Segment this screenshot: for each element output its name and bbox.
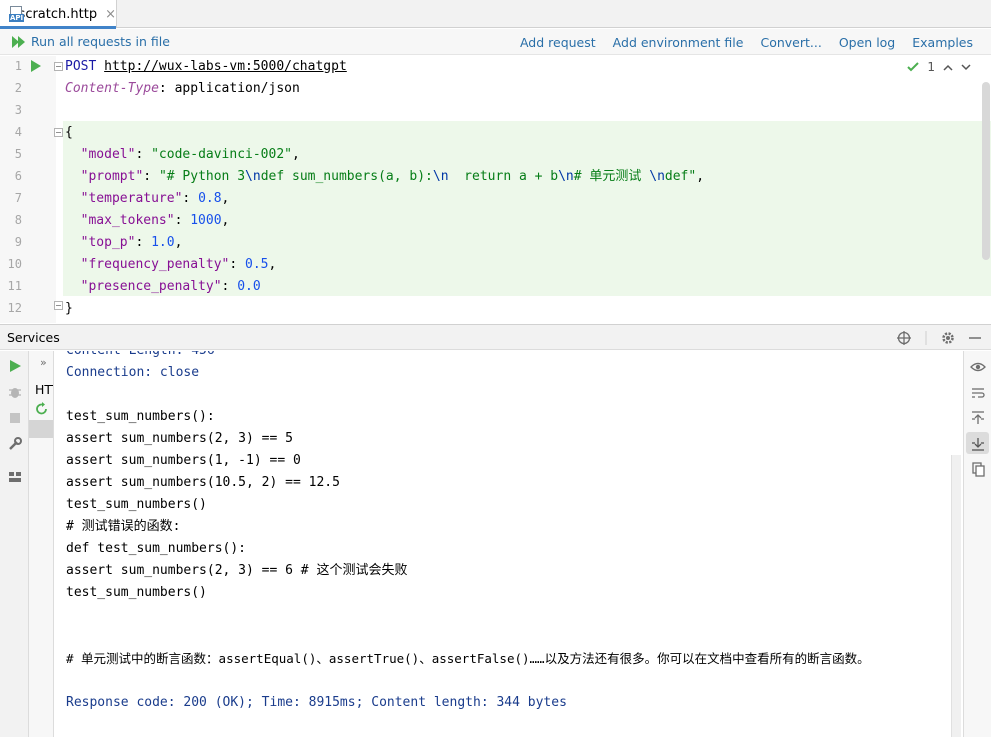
- line-number: 5: [14, 147, 22, 161]
- minimize-icon[interactable]: [969, 331, 981, 345]
- chevron-down-icon[interactable]: [961, 63, 971, 71]
- run-all-requests-button[interactable]: Run all requests in file: [12, 34, 170, 49]
- close-icon[interactable]: ×: [105, 7, 116, 22]
- add-request-link[interactable]: Add request: [520, 35, 596, 50]
- output-line: def test_sum_numbers():: [66, 541, 247, 556]
- separator-icon: [925, 331, 927, 345]
- response-summary: Response code: 200 (OK); Time: 8915ms; C…: [66, 695, 567, 710]
- scroll-to-end-icon[interactable]: [970, 436, 986, 452]
- services-title: Services: [7, 329, 60, 345]
- code-line: }: [65, 301, 73, 316]
- run-icon[interactable]: [8, 359, 22, 373]
- output-line: assert sum_numbers(1, -1) == 0: [66, 453, 301, 468]
- line-number: 1: [14, 59, 22, 73]
- tab-label: scratch.http: [18, 6, 98, 22]
- output-line: test_sum_numbers(): [66, 585, 207, 600]
- code-line: "prompt": "# Python 3\ndef sum_numbers(a…: [80, 169, 705, 184]
- services-left-toolbar: [0, 351, 29, 737]
- editor-scrollbar[interactable]: [982, 82, 990, 260]
- request-line: POST http://wux-labs-vm:5000/chatgpt: [65, 59, 347, 74]
- check-icon: [907, 62, 920, 72]
- code-line: "presence_penalty": 0.0: [80, 279, 261, 294]
- code-line: "frequency_penalty": 0.5,: [80, 257, 277, 272]
- inspection-count: 1: [927, 60, 935, 74]
- editor-tab-bar: API scratch.http ×: [0, 0, 991, 29]
- code-line: "top_p": 1.0,: [80, 235, 183, 250]
- http-file-icon: API: [9, 6, 25, 22]
- stop-icon[interactable]: [8, 411, 22, 425]
- line-number: 12: [7, 301, 22, 315]
- output-line: # 测试错误的函数:: [66, 519, 181, 534]
- tree-item-http[interactable]: HTT: [35, 382, 53, 397]
- soft-wrap-icon[interactable]: [970, 385, 986, 401]
- output-line: test_sum_numbers(): [66, 497, 207, 512]
- line-number: 6: [14, 169, 22, 183]
- header-line: Content-Type: application/json: [65, 81, 300, 96]
- rerun-icon[interactable]: [35, 402, 49, 416]
- fold-icon[interactable]: [54, 128, 63, 137]
- output-line: test_sum_numbers():: [66, 409, 215, 424]
- http-client-toolbar: Run all requests in file Add request Add…: [0, 29, 991, 55]
- output-line: # 单元测试中的断言函数：assertEqual()、assertTrue()、…: [66, 651, 870, 666]
- output-line: assert sum_numbers(10.5, 2) == 12.5: [66, 475, 340, 490]
- code-line: {: [65, 125, 73, 140]
- add-environment-file-link[interactable]: Add environment file: [613, 35, 744, 50]
- editor-gutter: 1 2 3 4 5 6 7 8 9 10 11 12: [0, 56, 56, 323]
- line-number: 9: [14, 235, 22, 249]
- line-number: 11: [7, 279, 22, 293]
- response-output[interactable]: Content-Length: 456 Connection: close te…: [55, 351, 963, 737]
- expand-chevron-icon[interactable]: »: [40, 356, 47, 369]
- layout-icon[interactable]: [8, 470, 22, 484]
- wrench-icon[interactable]: [8, 437, 22, 451]
- debug-icon[interactable]: [8, 385, 22, 399]
- line-number: 3: [14, 103, 22, 117]
- tab-scratch-http[interactable]: API scratch.http ×: [0, 0, 117, 29]
- line-number: 10: [7, 257, 22, 271]
- scroll-to-top-icon[interactable]: [970, 410, 986, 426]
- copy-icon[interactable]: [970, 461, 986, 477]
- output-line: assert sum_numbers(2, 3) == 5: [66, 431, 293, 446]
- services-panel-header: Services: [0, 324, 991, 350]
- output-scrollbar[interactable]: [951, 455, 961, 737]
- run-request-icon[interactable]: [31, 60, 41, 72]
- eye-icon[interactable]: [970, 359, 986, 375]
- fold-icon[interactable]: [54, 301, 63, 310]
- selected-row[interactable]: [29, 420, 53, 438]
- output-line: assert sum_numbers(2, 3) == 6 # 这个测试会失败: [66, 563, 408, 578]
- request-url[interactable]: http://wux-labs-vm:5000/chatgpt: [104, 59, 347, 74]
- code-line: "max_tokens": 1000,: [80, 213, 230, 228]
- output-line: Connection: close: [66, 365, 200, 380]
- convert-link[interactable]: Convert...: [760, 35, 821, 50]
- examples-link[interactable]: Examples: [912, 35, 973, 50]
- line-number: 7: [14, 191, 22, 205]
- output-line: Content-Length: 456: [66, 351, 215, 362]
- line-number: 4: [14, 125, 22, 139]
- fold-icon[interactable]: [54, 62, 63, 71]
- run-all-icon: [12, 35, 25, 48]
- line-number: 8: [14, 213, 22, 227]
- code-line: "model": "code-davinci-002",: [80, 147, 300, 162]
- run-all-label: Run all requests in file: [31, 34, 170, 49]
- inspection-widget[interactable]: 1: [907, 60, 971, 74]
- services-tree[interactable]: » HTT: [29, 351, 54, 737]
- chevron-up-icon[interactable]: [943, 64, 953, 71]
- code-editor[interactable]: 1 2 3 4 5 6 7 8 9 10 11 12 POST http://w…: [0, 56, 991, 323]
- gear-icon[interactable]: [941, 331, 955, 345]
- open-log-link[interactable]: Open log: [839, 35, 895, 50]
- output-right-toolbar: [963, 351, 991, 737]
- crosshair-icon[interactable]: [897, 331, 911, 345]
- code-line: "temperature": 0.8,: [80, 191, 230, 206]
- line-number: 2: [14, 81, 22, 95]
